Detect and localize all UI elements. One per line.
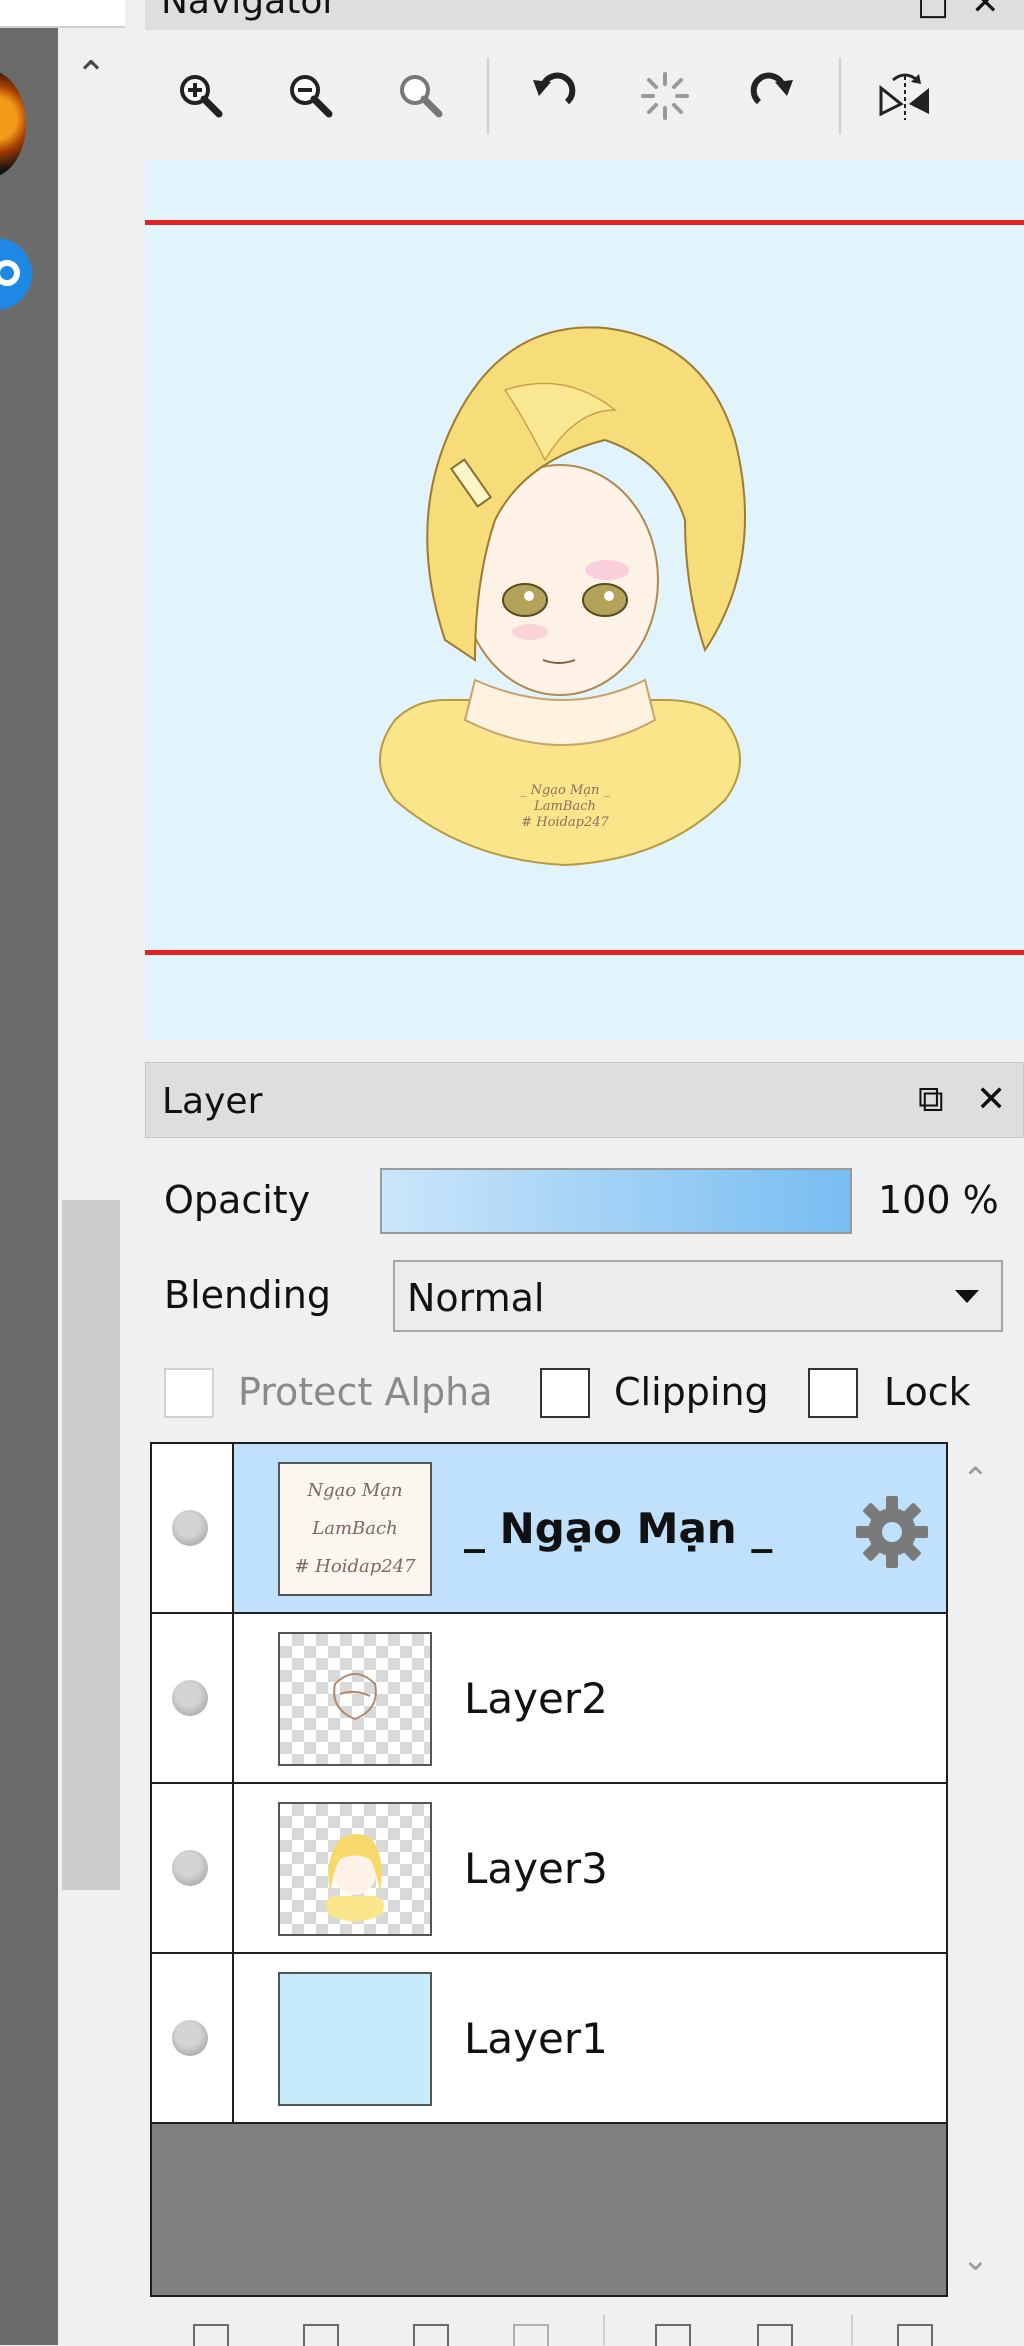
svg-text:# Hoidap247: # Hoidap247 [521, 815, 609, 830]
left-top-strip [0, 0, 125, 26]
scrollbar-thumb[interactable] [62, 1200, 120, 1890]
layer-thumbnail [278, 1802, 432, 1936]
navigator-toolbar [145, 30, 1024, 160]
layer-row[interactable]: Layer1 [152, 1954, 946, 2124]
chevron-down-icon [955, 1290, 979, 1303]
close-icon[interactable]: ✕ [976, 1079, 1006, 1120]
svg-text:Ngạo Mạn: Ngạo Mạn [306, 1480, 402, 1501]
delete-layer-icon[interactable] [897, 2324, 933, 2346]
vertical-scrollbar[interactable] [58, 28, 125, 2345]
layer-row[interactable]: Layer3 [152, 1784, 946, 1954]
navigator-title: Navigator [161, 0, 338, 22]
svg-text:LamBach: LamBach [311, 1518, 397, 1539]
left-sidebar [0, 0, 58, 2345]
list-scroll-down-button[interactable]: ⌄ [962, 2240, 989, 2278]
navigator-title-bar: Navigator □ ✕ [145, 0, 1024, 31]
toolbar-separator [603, 2314, 605, 2345]
clipping-checkbox[interactable] [540, 1368, 590, 1418]
zoom-in-icon[interactable] [173, 68, 229, 124]
duplicate-layer-icon[interactable] [413, 2324, 449, 2346]
blending-value: Normal [407, 1276, 545, 1320]
new-folder-icon[interactable] [303, 2324, 339, 2346]
visibility-column [152, 1784, 234, 1952]
scroll-up-button[interactable]: ⌃ [62, 50, 120, 100]
svg-text:# Hoidap247: # Hoidap247 [294, 1556, 416, 1577]
close-icon[interactable]: ✕ [971, 0, 1000, 20]
toolbar-separator [839, 58, 841, 134]
layer-bottom-toolbar [145, 2300, 1024, 2346]
visibility-column [152, 1954, 234, 2122]
visibility-toggle-icon[interactable] [172, 1510, 208, 1546]
svg-text:LamBach: LamBach [533, 799, 596, 814]
new-layer-icon[interactable] [193, 2324, 229, 2346]
blending-dropdown[interactable]: Normal [393, 1260, 1003, 1332]
opacity-value: 100 % [878, 1178, 999, 1222]
copy-layer-icon[interactable] [655, 2324, 691, 2346]
clipping-label: Clipping [614, 1370, 769, 1414]
layer-thumbnail [278, 1972, 432, 2106]
layer-properties-icon[interactable] [757, 2324, 793, 2346]
rotate-reset-icon[interactable] [637, 68, 693, 124]
visibility-column [152, 1614, 234, 1782]
float-panel-icon[interactable]: ⧉ [918, 1079, 944, 1121]
rotate-right-icon[interactable] [745, 68, 801, 124]
rotate-left-icon[interactable] [525, 68, 581, 124]
visibility-toggle-icon[interactable] [172, 1680, 208, 1716]
navigator-canvas[interactable]: _ Ngạo Mạn _ LamBach # Hoidap247 [145, 160, 1024, 1040]
lock-checkbox[interactable] [808, 1368, 858, 1418]
layer-thumbnail [278, 1632, 432, 1766]
opacity-label: Opacity [164, 1178, 311, 1222]
zoom-reset-icon[interactable] [393, 68, 449, 124]
layer-panel-title: Layer [162, 1081, 263, 1122]
blending-label: Blending [164, 1273, 331, 1317]
layer-name: Layer2 [464, 1674, 608, 1723]
svg-text:_ Ngạo Mạn _: _ Ngạo Mạn _ [520, 783, 611, 798]
lock-label: Lock [884, 1370, 971, 1414]
toolbar-separator [487, 58, 489, 134]
artwork-preview: _ Ngạo Mạn _ LamBach # Hoidap247 [379, 326, 746, 867]
toolbar-separator [851, 2314, 853, 2345]
flip-horizontal-icon[interactable] [877, 68, 933, 124]
protect-alpha-checkbox[interactable] [164, 1368, 214, 1418]
layer-row[interactable]: Layer2 [152, 1614, 946, 1784]
zoom-out-icon[interactable] [283, 68, 339, 124]
layer-name: _ Ngạo Mạn _ [464, 1504, 773, 1553]
layer-thumbnail: Ngạo Mạn LamBach # Hoidap247 [278, 1462, 432, 1596]
visibility-column [152, 1444, 234, 1612]
list-scroll-up-button[interactable]: ⌃ [962, 1460, 989, 1498]
visibility-toggle-icon[interactable] [172, 2020, 208, 2056]
layer-name: Layer3 [464, 1844, 608, 1893]
gear-icon[interactable] [852, 1492, 932, 1572]
layer-list: Ngạo Mạn LamBach # Hoidap247 _ Ngạo Mạn _ … [150, 1442, 948, 2297]
layer-row[interactable]: Ngạo Mạn LamBach # Hoidap247 _ Ngạo Mạn _ [152, 1444, 946, 1614]
opacity-slider[interactable] [380, 1168, 852, 1234]
layer-name: Layer1 [464, 2014, 608, 2063]
protect-alpha-label: Protect Alpha [238, 1370, 493, 1414]
visibility-toggle-icon[interactable] [172, 1850, 208, 1886]
merge-layer-icon[interactable] [513, 2324, 549, 2346]
float-panel-icon[interactable]: □ [917, 0, 949, 20]
layer-title-bar: Layer ⧉ ✕ [145, 1062, 1024, 1138]
